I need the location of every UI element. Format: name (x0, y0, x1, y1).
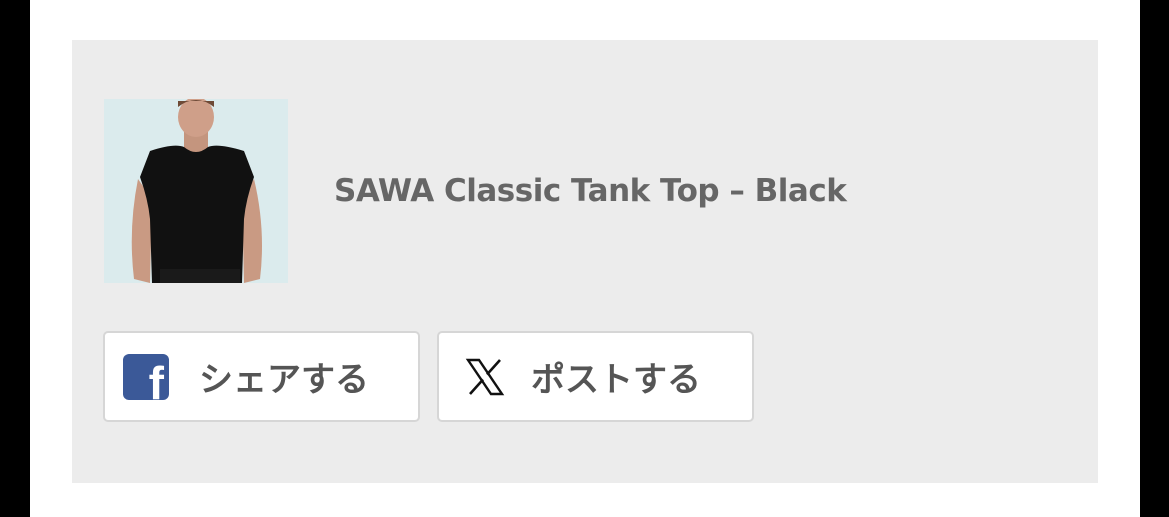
product-share-card: SAWA Classic Tank Top – Black f シェアする ポス… (72, 40, 1098, 483)
model-illustration (104, 99, 288, 283)
share-buttons: f シェアする ポストする (103, 331, 771, 422)
x-post-label: ポストする (531, 360, 701, 400)
facebook-share-label: シェアする (199, 360, 369, 400)
facebook-share-button[interactable]: f シェアする (103, 331, 420, 422)
product-image[interactable] (104, 99, 288, 283)
x-logo-icon (465, 358, 505, 395)
product-summary: SAWA Classic Tank Top – Black (104, 99, 847, 283)
facebook-icon: f (123, 353, 169, 400)
product-title[interactable]: SAWA Classic Tank Top – Black (334, 173, 847, 209)
x-post-button[interactable]: ポストする (437, 331, 754, 422)
page: SAWA Classic Tank Top – Black f シェアする ポス… (30, 0, 1140, 517)
